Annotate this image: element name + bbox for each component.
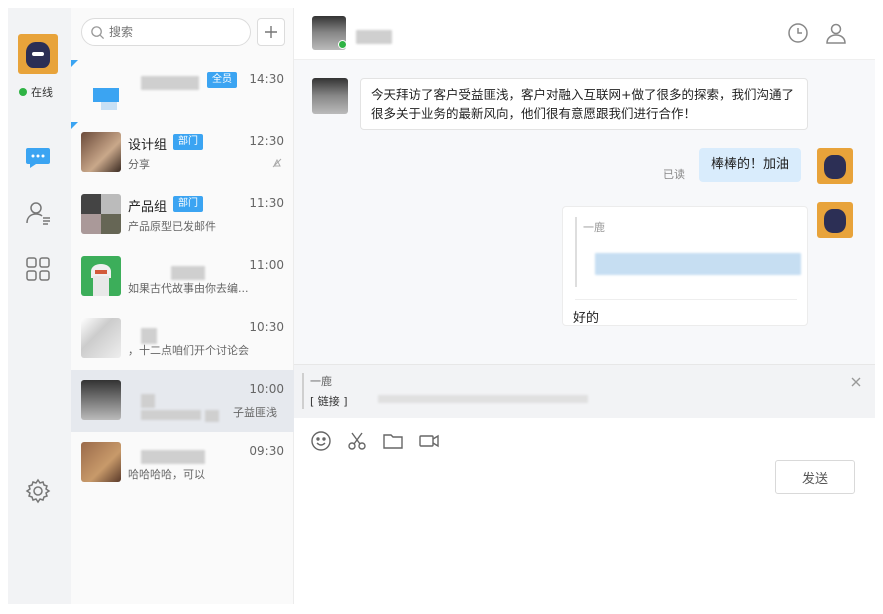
plus-icon bbox=[265, 26, 277, 38]
conversation-item[interactable]: 11:00 如果古代故事由你去编... bbox=[71, 246, 294, 308]
grid-icon bbox=[26, 257, 50, 281]
search-icon bbox=[91, 25, 105, 39]
presence-label: 在线 bbox=[31, 86, 53, 99]
video-icon[interactable] bbox=[418, 430, 440, 452]
conversation-time: 10:00 bbox=[249, 382, 284, 396]
contacts-nav[interactable] bbox=[23, 198, 53, 228]
history-clock-icon[interactable] bbox=[786, 21, 810, 45]
blurred-quoted-link bbox=[595, 253, 801, 275]
search-input[interactable] bbox=[109, 25, 229, 39]
blurred-name bbox=[171, 266, 205, 280]
avatar bbox=[81, 70, 121, 110]
conversation-list: 全员 14:30 设计组 部门 12:30 分享 产品组 部门 11:30 产品… bbox=[71, 8, 294, 604]
quote-bar bbox=[575, 217, 577, 287]
folder-icon[interactable] bbox=[382, 430, 404, 452]
online-dot-icon bbox=[338, 40, 347, 49]
outgoing-message: 棒棒的！加油 bbox=[698, 148, 801, 182]
unread-corner-icon bbox=[71, 122, 78, 129]
chat-nav[interactable] bbox=[23, 142, 53, 172]
conversation-item-active[interactable]: 10:00 子益匪浅 bbox=[71, 370, 294, 432]
quote-link-label: [ 链接 ] bbox=[310, 395, 348, 408]
reply-text: 好的 bbox=[573, 311, 600, 326]
presence-status[interactable]: 在线 bbox=[19, 84, 53, 100]
blurred-name bbox=[141, 76, 199, 90]
conversation-time: 09:30 bbox=[249, 444, 284, 458]
conversation-time: 12:30 bbox=[249, 134, 284, 148]
online-dot-icon bbox=[19, 88, 27, 96]
blurred-name bbox=[141, 450, 205, 464]
avatar bbox=[81, 442, 121, 482]
close-icon[interactable] bbox=[849, 375, 863, 389]
conversation-preview: ，十二点咱们开个讨论会 bbox=[128, 344, 249, 357]
settings-button[interactable] bbox=[23, 476, 53, 506]
blurred-preview bbox=[205, 410, 219, 422]
quote-name: 一鹿 bbox=[310, 375, 332, 388]
mute-icon bbox=[272, 158, 282, 168]
blurred-contact-name bbox=[356, 30, 392, 44]
my-avatar bbox=[817, 202, 853, 238]
send-button[interactable]: 发送 bbox=[775, 460, 855, 494]
conversation-time: 11:00 bbox=[249, 258, 284, 272]
chat-header bbox=[294, 8, 875, 60]
conversation-item[interactable]: 10:30 ，十二点咱们开个讨论会 bbox=[71, 308, 294, 370]
conversation-time: 11:30 bbox=[249, 196, 284, 210]
avatar bbox=[81, 194, 121, 234]
unread-corner-icon bbox=[71, 60, 78, 67]
avatar bbox=[81, 380, 121, 420]
avatar bbox=[81, 318, 121, 358]
blurred-preview bbox=[141, 410, 201, 420]
avatar bbox=[81, 132, 121, 172]
conversation-item[interactable]: 产品组 部门 11:30 产品原型已发邮件 bbox=[71, 184, 294, 246]
conversation-name: 产品组 bbox=[128, 200, 168, 215]
message-area: 今天拜访了客户受益匪浅，客户对融入互联网+做了很多的探索，我们沟通了很多关于业务… bbox=[294, 60, 875, 364]
group-tag: 全员 bbox=[207, 72, 237, 88]
chat-app: 在线 搜索 全员 14:30 设计组 部门 12:30 分享 产品组 部门 11… bbox=[0, 0, 883, 614]
conversation-item[interactable]: 设计组 部门 12:30 分享 bbox=[71, 122, 294, 184]
group-tag: 部门 bbox=[173, 196, 203, 212]
blurred-name bbox=[141, 394, 155, 408]
conversation-time: 10:30 bbox=[249, 320, 284, 334]
my-avatar bbox=[817, 148, 853, 184]
quote-preview-bar: 一鹿 [ 链接 ] bbox=[294, 364, 875, 418]
conversation-preview: 如果古代故事由你去编... bbox=[128, 282, 249, 295]
my-avatar[interactable] bbox=[18, 34, 58, 74]
conversation-preview: 哈哈哈哈，可以 bbox=[128, 468, 205, 481]
quoted-name: 一鹿 bbox=[583, 221, 605, 234]
left-rail: 在线 bbox=[8, 8, 71, 604]
read-receipt: 已读 bbox=[663, 168, 685, 181]
conversation-item[interactable]: 全员 14:30 bbox=[71, 60, 294, 122]
conversation-item[interactable]: 09:30 哈哈哈哈，可以 bbox=[71, 432, 294, 494]
gear-icon bbox=[25, 478, 51, 504]
scissors-icon[interactable] bbox=[346, 430, 368, 452]
conversation-time: 14:30 bbox=[249, 72, 284, 86]
chat-bubble-icon bbox=[26, 148, 50, 168]
incoming-message: 今天拜访了客户受益匪浅，客户对融入互联网+做了很多的探索，我们沟通了很多关于业务… bbox=[360, 78, 808, 130]
blurred-link-text bbox=[378, 395, 588, 403]
sender-avatar bbox=[312, 78, 348, 114]
emoji-icon[interactable] bbox=[310, 430, 332, 452]
conversation-preview: 产品原型已发邮件 bbox=[128, 220, 216, 233]
group-tag: 部门 bbox=[173, 134, 203, 150]
conversation-preview: 子益匪浅 bbox=[233, 406, 277, 419]
chat-panel: 今天拜访了客户受益匪浅，客户对融入互联网+做了很多的探索，我们沟通了很多关于业务… bbox=[294, 8, 875, 604]
conversation-preview: 分享 bbox=[128, 158, 150, 171]
add-button[interactable] bbox=[257, 18, 285, 46]
avatar bbox=[81, 256, 121, 296]
quote-bar bbox=[302, 373, 304, 409]
input-toolbar bbox=[310, 430, 440, 452]
apps-nav[interactable] bbox=[23, 254, 53, 284]
conversation-name: 设计组 bbox=[128, 138, 168, 153]
contacts-icon bbox=[26, 202, 50, 225]
profile-icon[interactable] bbox=[824, 21, 848, 45]
divider bbox=[575, 299, 797, 300]
quoted-reply-card[interactable]: 一鹿 好的 bbox=[562, 206, 808, 326]
search-box[interactable] bbox=[81, 18, 251, 46]
